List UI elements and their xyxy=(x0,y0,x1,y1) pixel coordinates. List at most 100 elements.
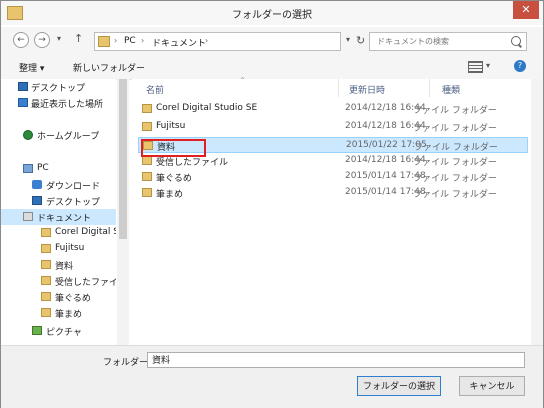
column-divider[interactable] xyxy=(429,79,430,97)
sidebar-item-label: 最近表示した場所 xyxy=(31,100,104,110)
desktop-icon xyxy=(32,196,42,205)
nav-pane-scrollbar[interactable] xyxy=(117,79,129,345)
chevron-right-icon[interactable]: › xyxy=(114,36,117,45)
recent-locations-dropdown[interactable]: ▾ xyxy=(57,34,61,43)
sidebar-item-fudegurume[interactable]: 筆ぐるめ xyxy=(1,289,116,305)
chevron-right-icon[interactable]: › xyxy=(141,36,144,45)
sidebar-item-label: ドキュメント xyxy=(37,214,92,224)
item-type: ファイル フォルダー xyxy=(413,158,497,168)
documents-icon xyxy=(23,212,33,221)
sidebar-item-pictures[interactable]: ピクチャ xyxy=(1,323,116,339)
navigation-bar: ← → ▾ ↑ › PC › ドキュメント › ▾ ↻ ドキュメントの検索 xyxy=(1,27,543,55)
sidebar-item-shiryo[interactable]: 資料 xyxy=(1,257,116,273)
select-folder-button[interactable]: フォルダーの選択 xyxy=(357,376,441,396)
sidebar-item-label: 資料 xyxy=(55,262,74,272)
folder-name-field[interactable]: 資料 xyxy=(147,352,525,368)
column-divider[interactable] xyxy=(338,79,339,97)
list-item[interactable]: 筆まめ 2015/01/14 17:48 ファイル フォルダー xyxy=(138,185,528,201)
homegroup-icon xyxy=(23,130,33,140)
forward-button[interactable]: → xyxy=(34,32,50,48)
window-title: フォルダーの選択 xyxy=(232,10,312,21)
search-box[interactable]: ドキュメントの検索 xyxy=(369,32,527,51)
sidebar-item-label: 筆まめ xyxy=(55,310,83,320)
breadcrumb-pc[interactable]: PC xyxy=(124,36,136,46)
column-header-type[interactable]: 種類 xyxy=(442,83,460,96)
folder-icon xyxy=(142,188,152,197)
folder-icon xyxy=(41,228,51,237)
up-button[interactable]: ↑ xyxy=(74,32,83,45)
item-type: ファイル フォルダー xyxy=(413,190,497,200)
organize-button[interactable]: 整理 ▾ xyxy=(19,61,44,74)
sidebar-item-recent-places[interactable]: 最近表示した場所 xyxy=(1,95,116,111)
command-bar: 整理 ▾ 新しいフォルダー ▾ ? xyxy=(1,55,543,80)
address-bar[interactable]: › PC › ドキュメント › xyxy=(94,32,341,51)
sidebar-item-fudemame[interactable]: 筆まめ xyxy=(1,305,116,321)
footer-panel: フォルダー: 資料 フォルダーの選択 キャンセル xyxy=(1,345,543,408)
sidebar-item-received-files[interactable]: 受信したファイル xyxy=(1,273,116,289)
recent-places-icon xyxy=(18,98,28,107)
location-folder-icon xyxy=(98,36,110,47)
navigation-pane[interactable]: デスクトップ 最近表示した場所 ホームグループ PC ダウンロード デスクトップ… xyxy=(1,79,116,345)
sidebar-item-desktop[interactable]: デスクトップ xyxy=(1,79,116,95)
sort-ascending-icon: ^ xyxy=(240,77,246,84)
close-button[interactable]: ✕ xyxy=(513,1,539,19)
breadcrumb-documents[interactable]: ドキュメント xyxy=(152,36,206,49)
sidebar-item-homegroup[interactable]: ホームグループ xyxy=(1,127,116,143)
folder-icon xyxy=(41,308,51,317)
folder-icon xyxy=(142,104,152,113)
back-button[interactable]: ← xyxy=(13,32,29,48)
view-options-icon[interactable] xyxy=(468,61,483,73)
help-icon[interactable]: ? xyxy=(514,60,526,72)
item-type: ファイル フォルダー xyxy=(413,106,497,116)
sidebar-item-desktop-pc[interactable]: デスクトップ xyxy=(1,193,116,209)
list-item[interactable]: 筆ぐるめ 2015/01/14 17:48 ファイル フォルダー xyxy=(138,169,528,185)
search-input[interactable]: ドキュメントの検索 xyxy=(377,36,449,47)
sidebar-item-label: デスクトップ xyxy=(46,198,101,208)
desktop-icon xyxy=(18,82,28,91)
sidebar-item-label: Fujitsu xyxy=(55,243,85,253)
sidebar-item-label: ホームグループ xyxy=(37,132,100,142)
item-name: Fujitsu xyxy=(156,121,186,131)
folder-icon xyxy=(41,260,51,269)
item-name: Corel Digital Studio SE xyxy=(156,103,258,113)
address-dropdown[interactable]: ▾ xyxy=(346,35,350,44)
item-name: 筆ぐるめ xyxy=(156,174,192,184)
nav-scrollbar-thumb[interactable] xyxy=(119,79,127,239)
sidebar-item-label: デスクトップ xyxy=(31,84,86,94)
column-header-name[interactable]: 名前 xyxy=(146,83,164,96)
list-item[interactable]: Fujitsu 2014/12/18 16:44 ファイル フォルダー xyxy=(138,119,528,135)
folder-icon xyxy=(142,156,152,165)
highlight-annotation-box xyxy=(141,139,206,157)
folder-icon xyxy=(41,292,51,301)
cancel-button[interactable]: キャンセル xyxy=(459,376,525,396)
title-bar: フォルダーの選択 ✕ xyxy=(1,1,543,25)
new-folder-button[interactable]: 新しいフォルダー xyxy=(73,61,145,74)
folder-label: フォルダー: xyxy=(103,358,152,368)
view-dropdown[interactable]: ▾ xyxy=(486,61,490,70)
search-icon[interactable] xyxy=(511,36,521,46)
file-list[interactable]: 名前 ^ 更新日時 種類 Corel Digital Studio SE 201… xyxy=(132,77,532,345)
sidebar-item-label: ダウンロード xyxy=(46,182,101,192)
sidebar-item-corel[interactable]: Corel Digital S xyxy=(1,225,116,241)
chevron-right-icon[interactable]: › xyxy=(205,36,208,45)
sidebar-item-label: ピクチャ xyxy=(46,328,82,338)
sidebar-item-label: PC xyxy=(37,163,49,173)
item-type: ファイル フォルダー xyxy=(414,143,498,153)
sidebar-item-fujitsu[interactable]: Fujitsu xyxy=(1,241,116,257)
refresh-button[interactable]: ↻ xyxy=(356,34,365,47)
sidebar-item-label: 筆ぐるめ xyxy=(55,294,91,304)
file-list-scrollbar[interactable] xyxy=(531,79,543,345)
sidebar-item-pc[interactable]: PC xyxy=(1,161,116,177)
pictures-icon xyxy=(32,326,42,335)
sidebar-item-documents[interactable]: ドキュメント xyxy=(1,209,116,225)
download-icon xyxy=(32,180,42,189)
item-name: 筆まめ xyxy=(156,190,184,200)
list-item[interactable]: Corel Digital Studio SE 2014/12/18 16:44… xyxy=(138,101,528,117)
sidebar-item-label: 受信したファイル xyxy=(55,278,116,288)
column-header-date[interactable]: 更新日時 xyxy=(349,83,385,96)
item-type: ファイル フォルダー xyxy=(413,124,497,134)
folder-icon xyxy=(142,122,152,131)
pc-icon xyxy=(23,164,33,173)
sidebar-item-downloads[interactable]: ダウンロード xyxy=(1,177,116,193)
item-type: ファイル フォルダー xyxy=(413,174,497,184)
